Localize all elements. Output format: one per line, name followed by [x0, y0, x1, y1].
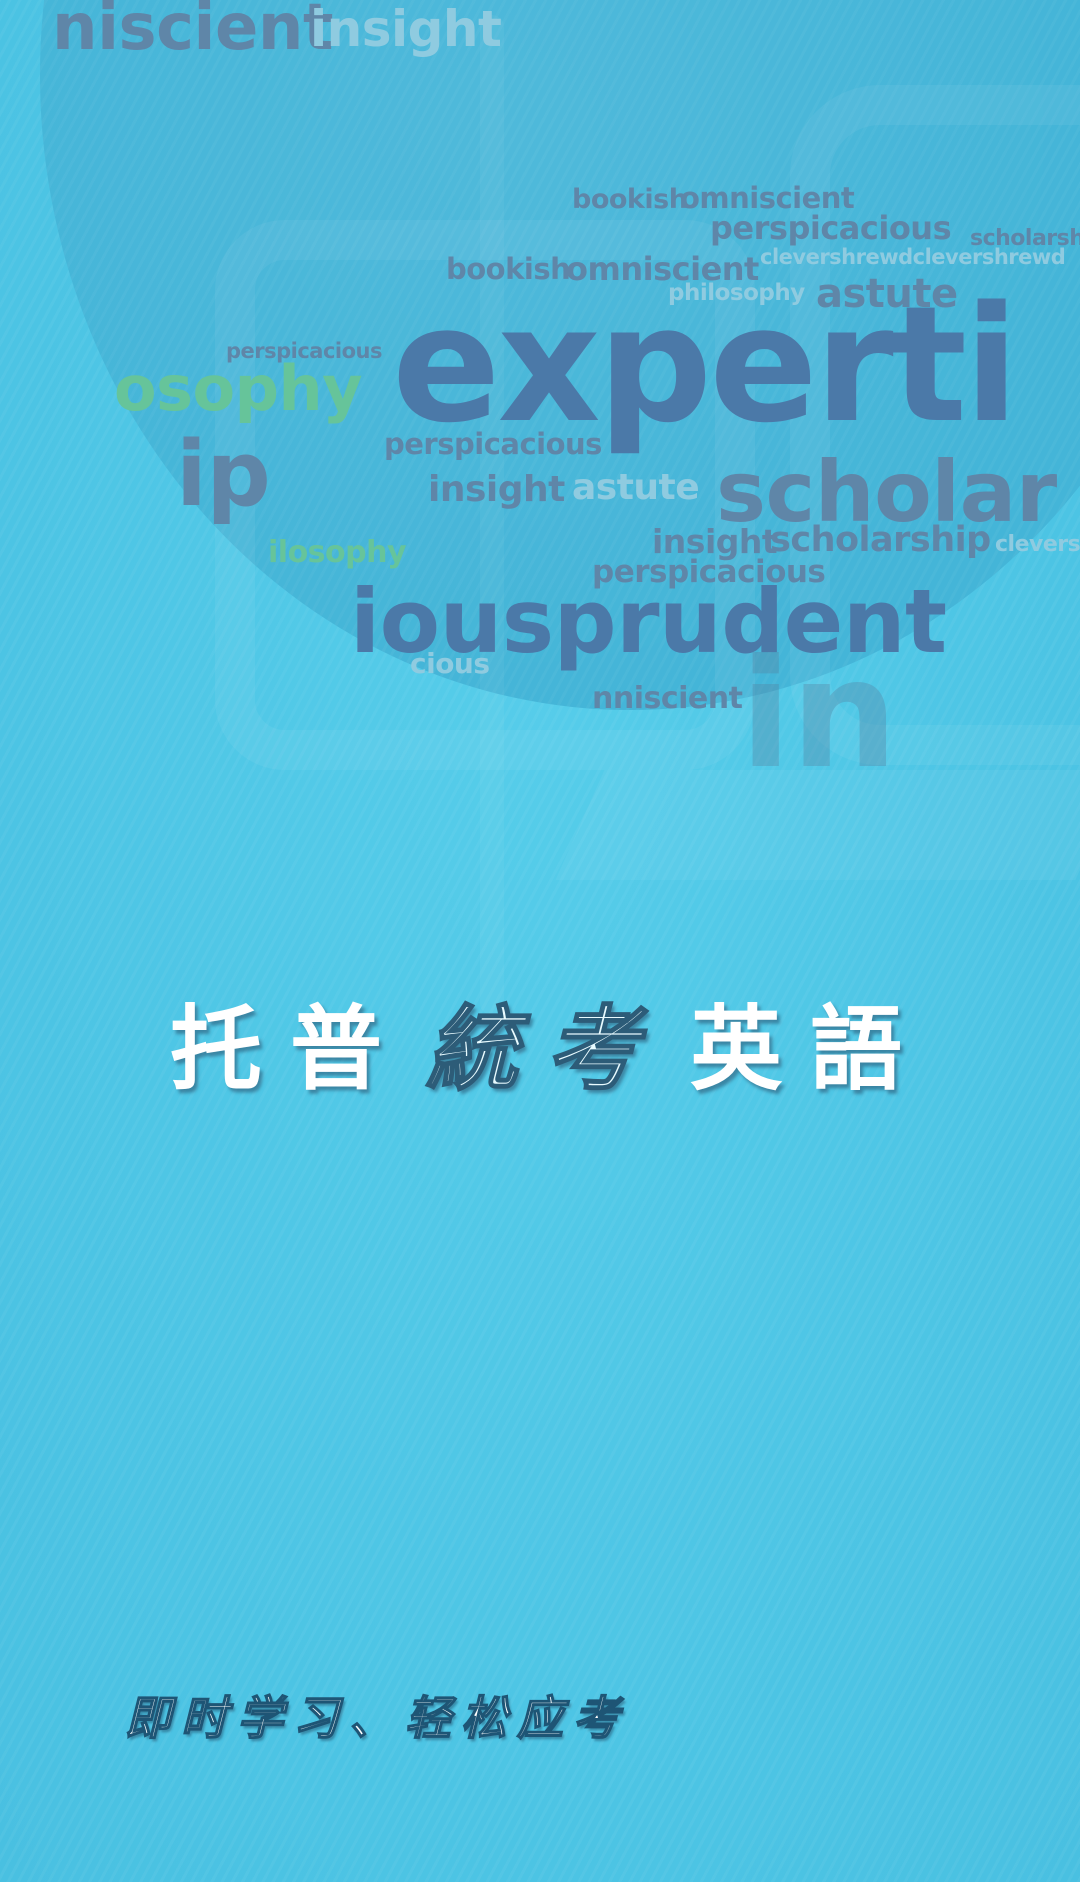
splash-screen: niscient insight bookish omniscient pers… — [0, 0, 1080, 1882]
word-cloud-word: insight — [428, 469, 565, 510]
word-cloud-word: perspicacious — [384, 427, 602, 461]
word-cloud-word: perspicacious — [710, 209, 952, 247]
app-title-char: 考 — [545, 995, 639, 1104]
word-cloud-word: scholarship — [770, 520, 991, 560]
word-cloud-word: astute — [572, 467, 700, 508]
app-title-char: 語 — [810, 996, 903, 1103]
word-cloud-word: nniscient — [592, 681, 743, 716]
app-title: 托 普 統 考 英 語 — [0, 990, 1080, 1110]
word-cloud-word: niscient — [52, 0, 334, 65]
word-cloud-word: in — [740, 628, 898, 802]
word-cloud-word: clevers — [995, 532, 1080, 557]
app-title-char: 統 — [425, 995, 519, 1104]
word-cloud-word: osophy — [114, 352, 363, 425]
word-cloud-word: cious — [410, 647, 490, 680]
app-title-char: 托 — [170, 996, 263, 1103]
word-cloud-word: ilosophy — [268, 535, 407, 570]
slogan: 即时学习、轻松应考 — [124, 1690, 629, 1746]
word-cloud-word: insight — [310, 0, 502, 58]
word-cloud-word: clevershrewdclevershrewd — [760, 245, 1066, 269]
word-cloud-word: ip — [176, 422, 271, 527]
word-cloud-word: bookish — [572, 184, 688, 215]
decorative-bar — [480, 15, 504, 1015]
app-title-char: 普 — [290, 996, 383, 1103]
app-title-char: 英 — [690, 996, 783, 1103]
word-cloud-word: experti — [392, 271, 1019, 458]
